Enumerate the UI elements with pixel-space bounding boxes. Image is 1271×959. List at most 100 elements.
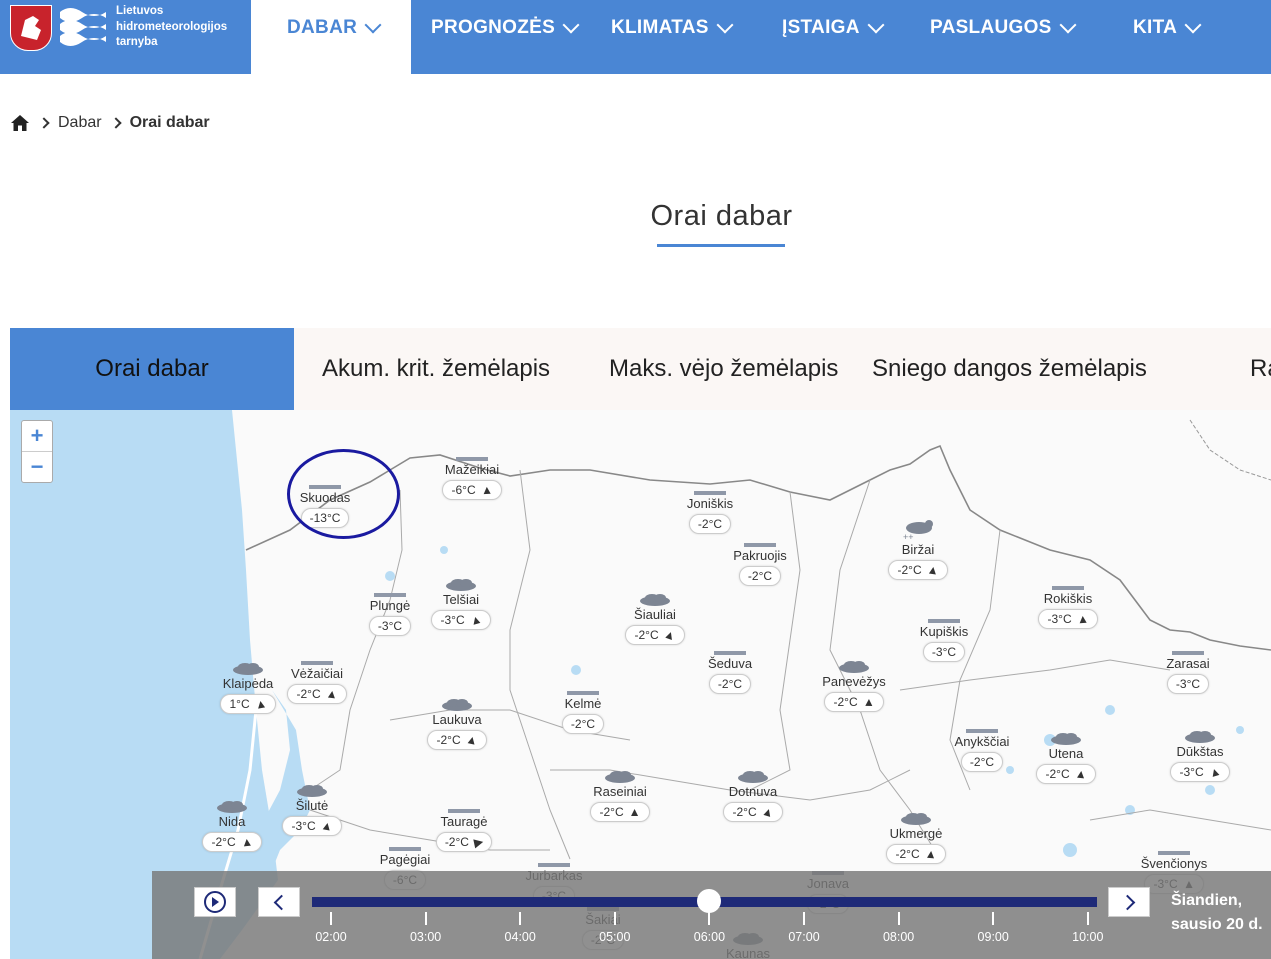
station-9[interactable]: Kupiškis -3°C (899, 618, 989, 662)
next-button[interactable] (1108, 887, 1150, 917)
tab-sniego-dangos[interactable]: Sniego dangos žemėlapis (872, 328, 1147, 410)
timeline-tick (424, 912, 427, 925)
station-3[interactable]: Pakruojis -2°C (715, 542, 805, 586)
station-23[interactable]: Šilutė -3°C ▲ (267, 784, 357, 836)
title-underline (657, 244, 785, 247)
tab-akum-krit[interactable]: Akum. krit. žemėlapis (322, 328, 550, 410)
station-temp: -2°C (1045, 767, 1070, 781)
station-name: Pagėgiai (379, 852, 431, 867)
timeline-time-label[interactable]: 04:00 (505, 930, 536, 944)
cloud-icon (217, 801, 247, 813)
station-6[interactable]: Plungė -3°C (345, 592, 435, 636)
wind-direction-icon: ▲ (253, 696, 268, 712)
breadcrumb-dabar[interactable]: Dabar (58, 114, 102, 132)
nav-item-istaiga[interactable]: ĮSTAIGA (782, 16, 885, 39)
station-14[interactable]: Zarasai -3°C (1143, 650, 1233, 694)
station-25[interactable]: Ukmergė -2°C ▲ (871, 812, 961, 864)
station-temp-pill: -2°C ▲ (824, 692, 884, 712)
nav-item-dabar[interactable]: DABAR (287, 16, 382, 39)
station-17[interactable]: Anykščiai -2°C (937, 728, 1027, 772)
station-name: Vėžaičiai (290, 666, 344, 681)
timeline-time-label[interactable]: 05:00 (599, 930, 630, 944)
station-name: Pakruojis (733, 548, 787, 563)
station-7[interactable]: Šiauliai -2°C ▲ (610, 593, 700, 645)
timeline-thumb[interactable] (697, 889, 722, 913)
timeline-time-label[interactable]: 09:00 (978, 930, 1009, 944)
home-icon[interactable] (10, 114, 30, 132)
station-2[interactable]: Joniškis -2°C (665, 490, 755, 534)
station-18[interactable]: Utena -2°C ▲ (1021, 732, 1111, 784)
station-4[interactable]: ++ Biržai -2°C ▲ (873, 520, 963, 580)
page-title: Orai dabar (650, 200, 793, 232)
wind-direction-icon: ▲ (661, 626, 678, 644)
station-temp: -3°C (291, 819, 316, 833)
timeline-time-label[interactable]: 07:00 (788, 930, 819, 944)
station-temp-pill: -2°C (688, 514, 732, 534)
chevron-right-icon (109, 117, 122, 129)
station-21[interactable]: Dotnuva -2°C ▲ (708, 770, 798, 822)
station-temp-pill: -2°C ▲ (625, 625, 685, 645)
station-temp-pill: -3°C▲ (1170, 762, 1230, 782)
timeline-time-label[interactable]: 08:00 (883, 930, 914, 944)
station-temp: -2°C (211, 835, 236, 849)
chevron-down-icon (562, 16, 580, 34)
zoom-out-button[interactable]: − (22, 452, 52, 482)
wind-direction-icon: ▲ (480, 482, 493, 498)
station-temp: -2°C (833, 695, 858, 709)
timeline-tick (803, 912, 805, 925)
cloud-icon (1051, 733, 1081, 745)
play-button[interactable] (194, 887, 236, 917)
timeline-time-label[interactable]: 06:00 (694, 930, 725, 944)
timeline-tick (708, 912, 711, 925)
station-name: Kelmė (564, 696, 602, 711)
station-20[interactable]: Raseiniai -2°C ▲ (575, 770, 665, 822)
station-temp: -3°C (1179, 765, 1204, 779)
nav-item-kita[interactable]: KITA (1133, 16, 1202, 39)
station-name: Šiauliai (634, 607, 676, 622)
station-8[interactable]: Rokiškis -3°C ▲ (1023, 585, 1113, 629)
breadcrumb: Dabar Orai dabar (10, 114, 210, 132)
station-19[interactable]: Dūkštas -3°C ▲ (1155, 730, 1245, 782)
station-temp: -2°C (717, 677, 743, 691)
cloud-icon (640, 594, 670, 606)
chevron-down-icon (1184, 16, 1202, 34)
station-temp: -6°C (451, 483, 476, 497)
nav-item-prognozes[interactable]: PROGNOZĖS (431, 16, 580, 39)
station-13[interactable]: Panevėžys -2°C ▲ (809, 660, 899, 712)
station-name: Plungė (369, 598, 411, 613)
tab-orai-dabar[interactable]: Orai dabar (10, 328, 294, 410)
station-name: Joniškis (686, 496, 734, 511)
station-temp-pill: -2°C (738, 566, 782, 586)
station-temp-pill: -3°C (1166, 674, 1210, 694)
station-name: Švenčionys (1140, 856, 1208, 871)
station-name: Dūkštas (1176, 744, 1224, 759)
station-11[interactable]: Vėžaičiai -2°C ▲ (272, 660, 362, 704)
zoom-in-button[interactable]: + (22, 421, 52, 452)
prev-button[interactable] (258, 887, 300, 917)
nav-item-paslaugos[interactable]: PASLAUGOS (930, 16, 1077, 39)
nav-item-klimatas[interactable]: KLIMATAS (611, 16, 734, 39)
timeline-time-label[interactable]: 10:00 (1072, 930, 1103, 944)
station-name: Raseiniai (593, 784, 647, 799)
logo[interactable]: Lietuvos hidrometeorologijos tarnyba (0, 0, 251, 74)
station-temp-pill: -3°C (922, 642, 966, 662)
tab-maks-vejo[interactable]: Maks. vėjo žemėlapis (609, 328, 838, 410)
timeline-time-label[interactable]: 03:00 (410, 930, 441, 944)
date-label: Šiandien, sausio 20 d. (1171, 892, 1263, 933)
station-name: Laukuva (432, 712, 482, 727)
station-12[interactable]: Šeduva -2°C (685, 650, 775, 694)
timeline-time-label[interactable]: 02:00 (315, 930, 346, 944)
wind-direction-icon: ▶ (472, 834, 485, 850)
station-16[interactable]: Laukuva -2°C ▲ (412, 698, 502, 750)
station-name: Rokiškis (1043, 591, 1093, 606)
cloud-icon (442, 699, 472, 711)
station-15[interactable]: Kelmė -2°C (538, 690, 628, 734)
cloud-icon (901, 813, 931, 825)
wind-direction-icon: ▲ (1206, 763, 1223, 781)
wind-direction-icon: ▲ (1073, 766, 1088, 782)
station-temp-pill: -3°C▲ (282, 816, 342, 836)
station-1[interactable]: Mažeikiai -6°C ▲ (427, 456, 517, 500)
snow-cloud-icon: ++ (903, 520, 933, 542)
station-22[interactable]: Nida -2°C ▲ (187, 800, 277, 852)
tab-more[interactable]: Ra (1250, 328, 1271, 410)
